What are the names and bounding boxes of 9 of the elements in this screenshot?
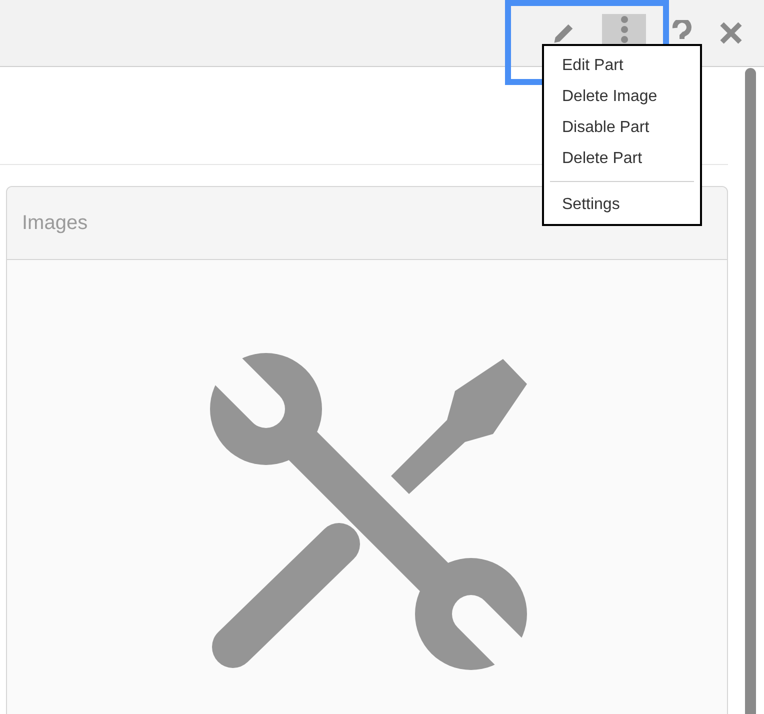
panel-title: Images (22, 211, 88, 236)
more-icon[interactable] (602, 14, 646, 44)
menu-item[interactable]: Disable Part (544, 112, 700, 143)
scrollbar[interactable] (745, 68, 756, 714)
menu-item[interactable]: Delete Image (544, 81, 700, 112)
menu-item[interactable]: Settings (544, 189, 700, 220)
menu-item[interactable]: Edit Part (544, 50, 700, 81)
menu-item[interactable]: Delete Part (544, 143, 700, 174)
close-icon[interactable] (718, 20, 744, 46)
